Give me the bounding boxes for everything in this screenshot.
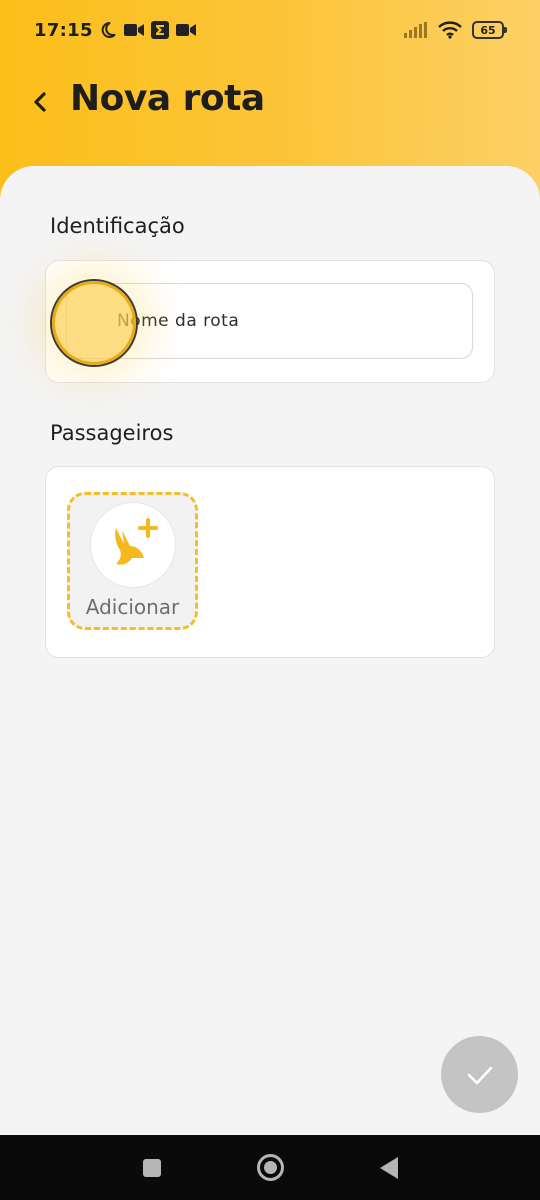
battery-level: 65: [480, 23, 496, 37]
status-bar: 17:15 65: [0, 0, 540, 60]
check-icon: [467, 1066, 492, 1084]
system-nav-bar: [0, 1135, 540, 1200]
passengers-card: Adicionar: [45, 466, 495, 658]
back-button[interactable]: [26, 84, 54, 120]
battery-icon: 65: [472, 21, 507, 39]
video-icon: [175, 24, 196, 36]
kangaroo-plus-icon: [115, 518, 158, 565]
passengers-label: Passageiros: [50, 421, 174, 445]
page-title: Nova rota: [70, 78, 265, 119]
confirm-fab-button[interactable]: [441, 1036, 518, 1113]
status-time: 17:15: [34, 19, 93, 41]
video-icon: [123, 24, 144, 36]
back-icon[interactable]: [380, 1157, 398, 1179]
moon-icon: [101, 21, 116, 38]
add-passenger-button[interactable]: Adicionar: [67, 492, 198, 630]
add-passenger-label: Adicionar: [85, 595, 180, 619]
chevron-left-icon: [34, 92, 46, 112]
add-passenger-avatar: [90, 502, 176, 588]
recents-icon[interactable]: [143, 1159, 161, 1177]
touch-indicator: [52, 281, 136, 365]
identification-label: Identificação: [50, 214, 185, 238]
signal-icon: [404, 22, 427, 38]
wifi-icon: [438, 21, 462, 39]
sigma-app-icon: [150, 21, 169, 39]
content-panel: Identificação Nome da rota Passageiros A…: [0, 166, 540, 1135]
home-icon[interactable]: [257, 1154, 284, 1181]
identification-card: Nome da rota: [45, 260, 495, 383]
